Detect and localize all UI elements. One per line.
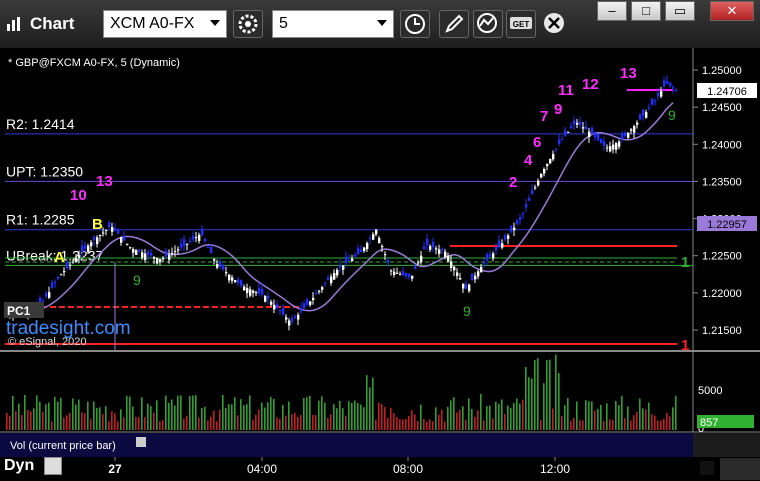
ma-price-label: 1.22957	[707, 219, 747, 231]
time-label: 27	[108, 462, 122, 476]
symbol-input[interactable]: XCM A0-FX	[103, 10, 227, 38]
watermark-copyright: © eSignal, 2020	[8, 336, 86, 348]
volume-last: 857	[700, 417, 718, 429]
price-chart[interactable]: * GBP@FXCM A0-FX, 5 (Dynamic) R2: 1.2414…	[0, 48, 760, 481]
count-label: 12	[582, 76, 599, 93]
close-button[interactable]: ✕	[710, 1, 754, 21]
chart-header: * GBP@FXCM A0-FX, 5 (Dynamic)	[8, 57, 180, 69]
level-label: UPT: 1.2350	[6, 163, 83, 179]
interval-value: 5	[279, 15, 288, 32]
time-button[interactable]	[400, 10, 430, 38]
count-label: 2	[509, 174, 517, 191]
level-label: R2: 1.2414	[6, 116, 75, 132]
settings-button[interactable]	[233, 10, 263, 38]
count-label: 13	[96, 173, 113, 190]
dyn-mode[interactable]: Dyn	[4, 457, 34, 475]
time-label: 04:00	[247, 462, 277, 476]
price-tick: 1.25000	[702, 65, 742, 77]
indicator-icon	[477, 13, 497, 33]
clock-icon	[405, 14, 425, 34]
level-label: R1: 1.2285	[6, 212, 75, 228]
title-bar: Chart XCM A0-FX 5 GET – □ ▭ ✕	[0, 0, 760, 49]
volume-close-box[interactable]	[136, 437, 146, 447]
pencil-icon	[445, 14, 464, 33]
marker-b: B	[92, 216, 103, 233]
interval-input[interactable]: 5	[272, 10, 394, 38]
lock-icon[interactable]	[44, 457, 62, 475]
chart-icon	[7, 17, 20, 31]
price-tick: 1.22500	[702, 251, 742, 263]
get-icon: GET	[510, 17, 532, 29]
remove-button[interactable]	[540, 10, 570, 38]
marker-a: A	[54, 249, 65, 266]
last-price-label: 1.24706	[707, 86, 747, 98]
chevron-down-icon[interactable]	[210, 20, 220, 26]
indicator-button[interactable]	[473, 10, 503, 38]
restore-button[interactable]: □	[631, 1, 661, 21]
volume-label: Vol (current price bar)	[10, 440, 116, 452]
gear-icon	[238, 14, 258, 34]
price-tick: 1.24000	[702, 139, 742, 151]
draw-button[interactable]	[439, 10, 469, 38]
chevron-down-icon[interactable]	[377, 20, 387, 26]
green-count-label: 9	[133, 272, 141, 288]
count-label: 10	[70, 187, 87, 204]
volume-tick-5000: 5000	[698, 385, 722, 397]
count-label: 4	[524, 152, 533, 169]
window-title: Chart	[30, 14, 75, 33]
marker-green-one: 1	[681, 254, 689, 271]
green-count-label: 9	[668, 107, 676, 123]
count-label: 7	[540, 108, 548, 125]
marker-red-one: 1	[681, 337, 689, 354]
count-label: 9	[554, 101, 562, 118]
time-label: 08:00	[393, 462, 423, 476]
close-circle-icon	[544, 13, 564, 33]
symbol-value: XCM A0-FX	[110, 15, 195, 32]
marker-pc1: PC1	[7, 304, 31, 318]
price-tick: 1.24500	[702, 102, 742, 114]
minimize-button[interactable]: –	[597, 1, 627, 21]
count-label: 6	[533, 134, 541, 151]
svg-text:GET: GET	[513, 20, 530, 29]
green-count-label: 9	[463, 303, 471, 319]
maximize-button[interactable]: ▭	[665, 1, 695, 21]
price-tick: 1.21500	[702, 325, 742, 337]
count-label: 11	[558, 82, 574, 99]
count-label: 13	[620, 65, 637, 82]
time-label: 12:00	[540, 462, 570, 476]
get-button[interactable]: GET	[506, 10, 536, 38]
price-tick: 1.22000	[702, 288, 742, 300]
price-tick: 1.23500	[702, 176, 742, 188]
